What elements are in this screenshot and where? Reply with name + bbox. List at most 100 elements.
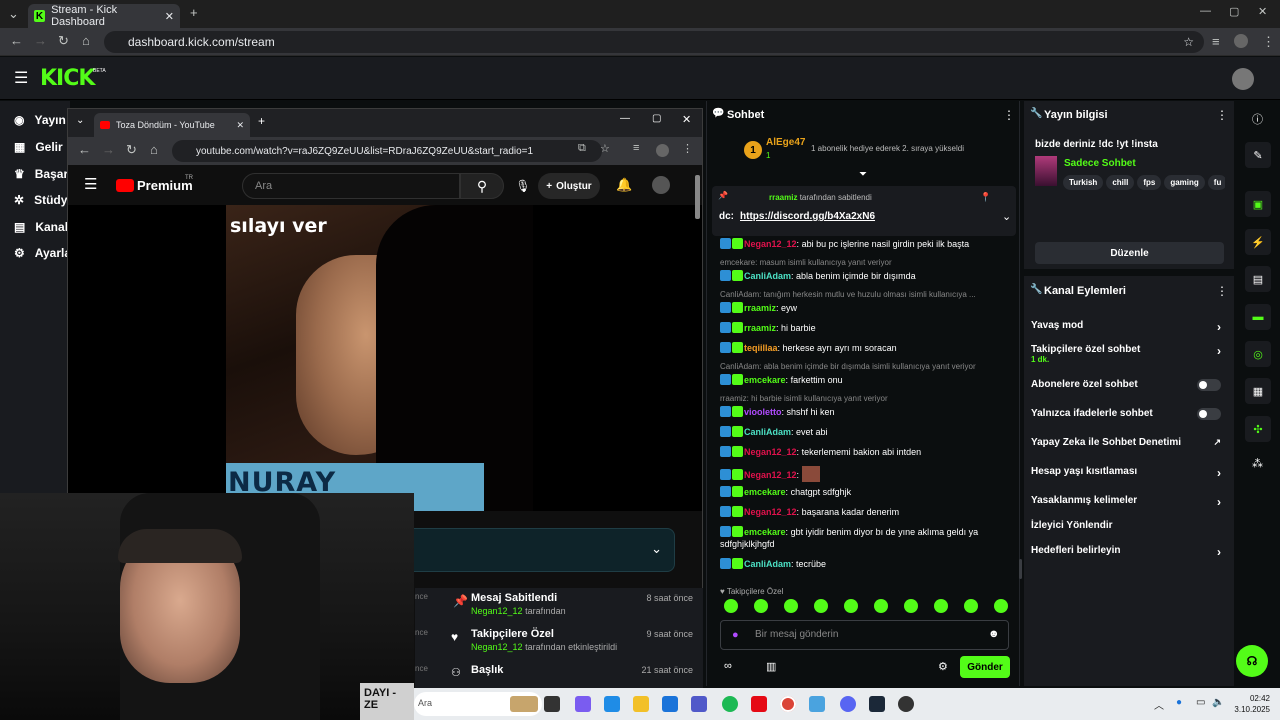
yt-search-input[interactable]: Ara [242, 173, 460, 199]
chat-settings-gear-icon[interactable]: ⚙ [938, 660, 948, 673]
reply-context[interactable]: CanliAdam: tanığım herkesin mutlu ve huz… [720, 290, 976, 299]
reading-list-icon[interactable]: ≡ [1212, 34, 1220, 49]
chat-username[interactable]: Negan12_12 [744, 447, 797, 457]
toggle-switch[interactable] [1197, 379, 1221, 391]
chat-username[interactable]: rraamiz [744, 303, 776, 313]
netflix-icon[interactable] [751, 696, 767, 712]
info-icon[interactable]: ⓘ [1252, 111, 1263, 127]
edge-icon[interactable] [604, 696, 620, 712]
yt-bookmark-icon[interactable]: ☆ [600, 142, 610, 155]
copilot-icon[interactable] [575, 696, 591, 712]
steam-icon[interactable] [869, 696, 885, 712]
notifications-bell-icon[interactable]: 🔔 [616, 177, 632, 193]
chevron-right-icon[interactable]: › [1217, 545, 1221, 559]
nav-item-basari[interactable]: ♛ Başarı [14, 167, 71, 181]
yt-home-icon[interactable]: ⌂ [150, 142, 158, 157]
chevron-down-icon[interactable]: ⌄ [651, 541, 662, 557]
pencil-icon[interactable]: ✎ [1245, 142, 1271, 168]
chat-username[interactable]: Negan12_12 [744, 507, 797, 517]
nav-item-gelir[interactable]: ▦ Gelir [14, 140, 63, 154]
emote-icon[interactable] [904, 599, 918, 613]
reload-icon[interactable]: ↻ [58, 33, 69, 49]
reply-context[interactable]: rraamiz: hi barbie isimli kullanıcıya ya… [720, 394, 888, 403]
tray-mic-icon[interactable]: ● [1176, 697, 1182, 708]
yt-address-bar[interactable]: youtube.com/watch?v=raJ6ZQ9ZeUU&list=RDr… [172, 140, 602, 162]
yt-scrollbar[interactable] [695, 175, 700, 219]
help-button[interactable]: ☊ [1236, 645, 1268, 677]
tab-list-icon[interactable]: ⌄ [8, 6, 19, 22]
edit-button[interactable]: Düzenle [1035, 242, 1224, 264]
channel-action-row[interactable]: Yalnızca ifadelerle sohbet [1031, 408, 1227, 420]
discord-icon[interactable] [840, 696, 856, 712]
channel-action-row[interactable]: Yasaklanmış kelimeler › [1031, 495, 1227, 509]
maximize-icon[interactable]: ▢ [1229, 5, 1239, 18]
mic-icon[interactable]: ● [732, 629, 739, 641]
chevron-right-icon[interactable]: › [1217, 495, 1221, 509]
yt-close-window-icon[interactable]: ✕ [682, 113, 691, 126]
top-gifter-name[interactable]: AlEge47 [766, 137, 805, 148]
microphone-icon[interactable]: 🎙 [512, 177, 534, 195]
cast-icon[interactable]: ⧉ [578, 142, 586, 155]
chrome-icon[interactable] [780, 696, 796, 712]
yt-forward-icon[interactable]: → [102, 142, 115, 157]
browser-tab[interactable]: K Stream - Kick Dashboard ✕ [28, 4, 180, 28]
tag[interactable]: fps [1137, 175, 1162, 190]
chat-username[interactable]: emcekare [744, 527, 786, 537]
unpin-icon[interactable]: 📍 [980, 192, 991, 203]
collapse-icon[interactable]: ⏷ [859, 169, 867, 180]
channel-actions-menu-icon[interactable]: ⋮ [1216, 284, 1228, 298]
chat-input[interactable]: Bir mesaj gönderin [720, 620, 1009, 650]
new-tab-icon[interactable]: + [190, 5, 198, 20]
toggle-switch[interactable] [1197, 408, 1221, 420]
nav-item-studyo[interactable]: ✲ Stüdyo [14, 193, 75, 207]
emote-icon[interactable] [994, 599, 1008, 613]
tag[interactable]: gaming [1164, 175, 1205, 190]
add-widget-icon[interactable]: ⁂ [1252, 457, 1263, 470]
spotify-icon[interactable] [722, 696, 738, 712]
profile-avatar-icon[interactable] [1234, 34, 1248, 48]
youtube-logo-icon[interactable] [116, 179, 134, 192]
category-name[interactable]: Sadece Sohbet [1064, 158, 1136, 169]
channel-action-row[interactable]: Hedefleri belirleyin › [1031, 545, 1227, 559]
send-button[interactable]: Gönder [960, 656, 1010, 678]
channel-action-row[interactable]: Yapay Zeka ile Sohbet Denetimi ↗ [1031, 437, 1227, 448]
emote-icon[interactable] [724, 599, 738, 613]
emote-icon[interactable] [844, 599, 858, 613]
back-icon[interactable]: ← [10, 33, 23, 48]
yt-tab[interactable]: Toza Döndüm - YouTube ✕ [94, 113, 250, 137]
expand-chevron-icon[interactable]: ⌄ [1002, 210, 1011, 223]
chat-username[interactable]: Negan12_12 [744, 239, 797, 249]
category-thumbnail[interactable] [1035, 156, 1057, 186]
store-icon[interactable]: ▥ [766, 660, 776, 673]
yt-create-button[interactable]: + Oluştur [538, 173, 600, 199]
minimize-icon[interactable]: — [1200, 5, 1211, 17]
layout-icon[interactable]: ▦ [1245, 378, 1271, 404]
chat-username[interactable]: viooletto [744, 407, 782, 417]
kicks-icon[interactable]: ∞ [724, 660, 732, 672]
activity-user[interactable]: Negan12_12 [471, 606, 523, 616]
emote-icon[interactable] [964, 599, 978, 613]
task-view-icon[interactable] [544, 696, 560, 712]
stream-info-menu-icon[interactable]: ⋮ [1216, 108, 1228, 122]
yt-avatar[interactable] [652, 176, 670, 194]
chevron-right-icon[interactable]: › [1217, 344, 1221, 358]
chat-menu-icon[interactable]: ⋮ [1003, 108, 1015, 122]
nav-item-ayarlar[interactable]: ⚙ Ayarla [14, 246, 71, 260]
tray-chevron-icon[interactable]: ︿ [1154, 697, 1164, 712]
channel-action-row[interactable]: İzleyici Yönlendir [1031, 520, 1227, 531]
close-window-icon[interactable]: ✕ [1258, 5, 1267, 18]
file-explorer-icon[interactable] [633, 696, 649, 712]
yt-tab-list-icon[interactable]: ⌄ [76, 115, 84, 126]
chat-username[interactable]: teqiillaa [744, 343, 778, 353]
chat-username[interactable]: CanliAdam [744, 271, 791, 281]
yt-profile-icon[interactable] [656, 144, 669, 157]
chat-username[interactable]: emcekare [744, 487, 786, 497]
document-icon[interactable]: ▤ [1245, 266, 1271, 292]
yt-minimize-icon[interactable]: — [620, 113, 630, 124]
emote-icon[interactable] [874, 599, 888, 613]
chat-scrollbar[interactable] [1019, 559, 1022, 579]
close-tab-icon[interactable]: ✕ [165, 10, 174, 23]
activity-user[interactable]: Negan12_12 [471, 642, 523, 652]
chat-bubble-rail-icon[interactable]: ▬ [1245, 304, 1271, 330]
tag[interactable]: Turkish [1063, 175, 1104, 190]
